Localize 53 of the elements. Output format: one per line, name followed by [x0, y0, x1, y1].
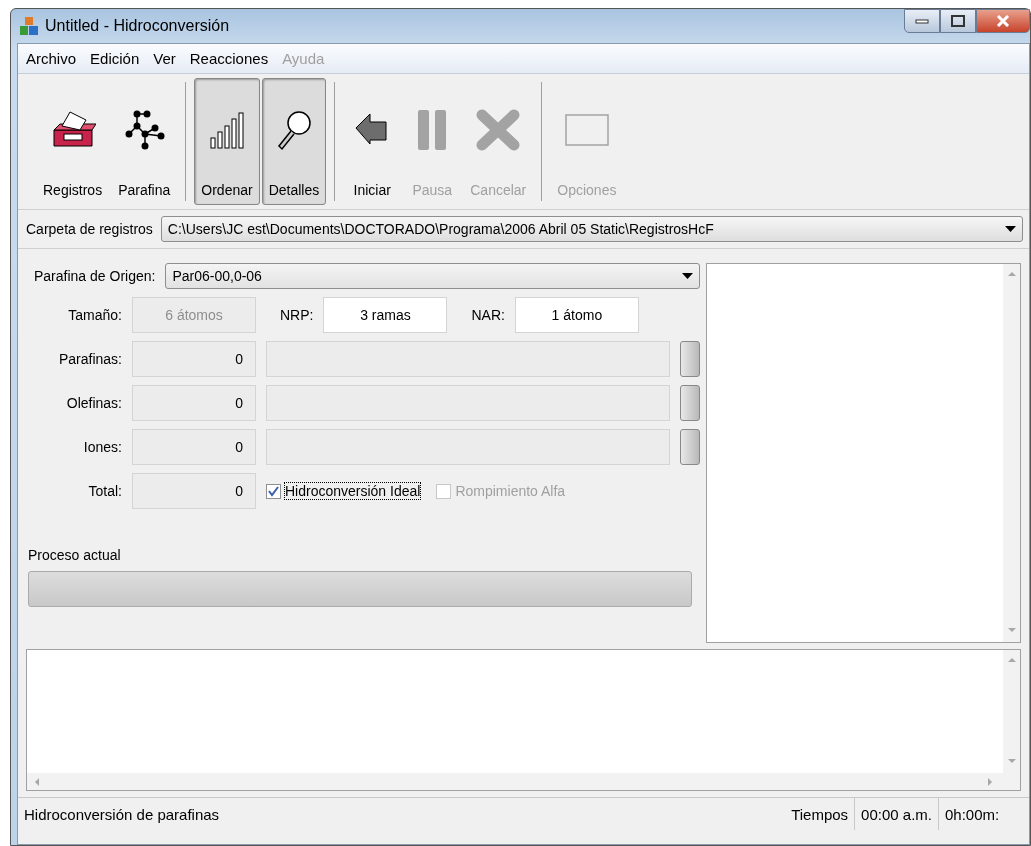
field-label: NRP:: [280, 307, 314, 323]
field-label: Tamaño:: [67, 307, 122, 323]
text-pane[interactable]: [706, 263, 1021, 643]
close-button[interactable]: [976, 9, 1030, 33]
count-field: 0: [132, 429, 256, 465]
count-field: 0: [132, 341, 256, 377]
count-field: 0: [132, 385, 256, 421]
dropdown-arrow-icon: [682, 272, 693, 280]
field-label: NAR:: [471, 307, 505, 323]
toolbar-button[interactable]: Ordenar: [194, 78, 260, 205]
origin-dropdown[interactable]: Par06-00,0-06: [165, 263, 700, 289]
menu-item[interactable]: Edición: [90, 48, 140, 69]
value-field[interactable]: 3 ramas: [323, 297, 448, 333]
scrollbar[interactable]: [1003, 264, 1020, 642]
check-icon: [268, 485, 279, 497]
window-title: Untitled - Hidroconversión: [45, 17, 231, 35]
clock-text: 00:00 a.m.: [854, 798, 938, 830]
rectangle-icon: [563, 112, 610, 147]
toolbar-button[interactable]: Parafina: [111, 78, 178, 205]
field-label: Total:: [87, 483, 122, 499]
scroll-handle[interactable]: [680, 341, 700, 377]
scrollbar[interactable]: [27, 773, 1020, 790]
field-label: Olefinas:: [65, 395, 122, 411]
minimize-icon: [915, 18, 929, 24]
scroll-handle[interactable]: [680, 385, 700, 421]
folder-label: Carpeta de registros: [26, 221, 153, 237]
origin-label: Parafina de Origen:: [34, 268, 156, 284]
x-icon: [476, 108, 521, 151]
count-field: 0: [132, 473, 256, 509]
process-label: Proceso actual: [28, 547, 122, 563]
elapsed-time: 0h:00m:: [938, 798, 1029, 830]
field-label: Iones:: [82, 439, 122, 455]
status-message: Hidroconversión de parafinas: [24, 805, 221, 823]
folder-dropdown[interactable]: C:\Users\JC est\Documents\DOCTORADO\Programa\2006 Abril 05 Static\RegistrosHcF: [160, 216, 1023, 242]
scroll-handle[interactable]: [680, 429, 700, 465]
log-pane[interactable]: [26, 649, 1021, 791]
maximize-icon: [951, 15, 965, 27]
value-field[interactable]: 1 átomo: [514, 297, 639, 333]
toolbar-button[interactable]: Detalles: [261, 78, 327, 205]
checkbox[interactable]: Hidroconversión Ideal: [266, 483, 421, 499]
app-icon: [19, 16, 39, 36]
field-label: Parafinas:: [57, 351, 122, 367]
minimize-button[interactable]: [904, 9, 940, 33]
toolbar-button[interactable]: Iniciar: [343, 78, 402, 205]
toolbar-button[interactable]: Registros: [36, 78, 110, 205]
scrollbar[interactable]: [1003, 650, 1020, 773]
close-icon: [996, 15, 1010, 27]
menu-item[interactable]: Archivo: [26, 48, 77, 69]
menu-item[interactable]: Ver: [153, 48, 176, 69]
maximize-button[interactable]: [940, 9, 976, 33]
status-label: Tiempos: [790, 804, 850, 825]
dropdown-arrow-icon: [1005, 225, 1016, 233]
menu-item[interactable]: Reacciones: [189, 48, 269, 69]
